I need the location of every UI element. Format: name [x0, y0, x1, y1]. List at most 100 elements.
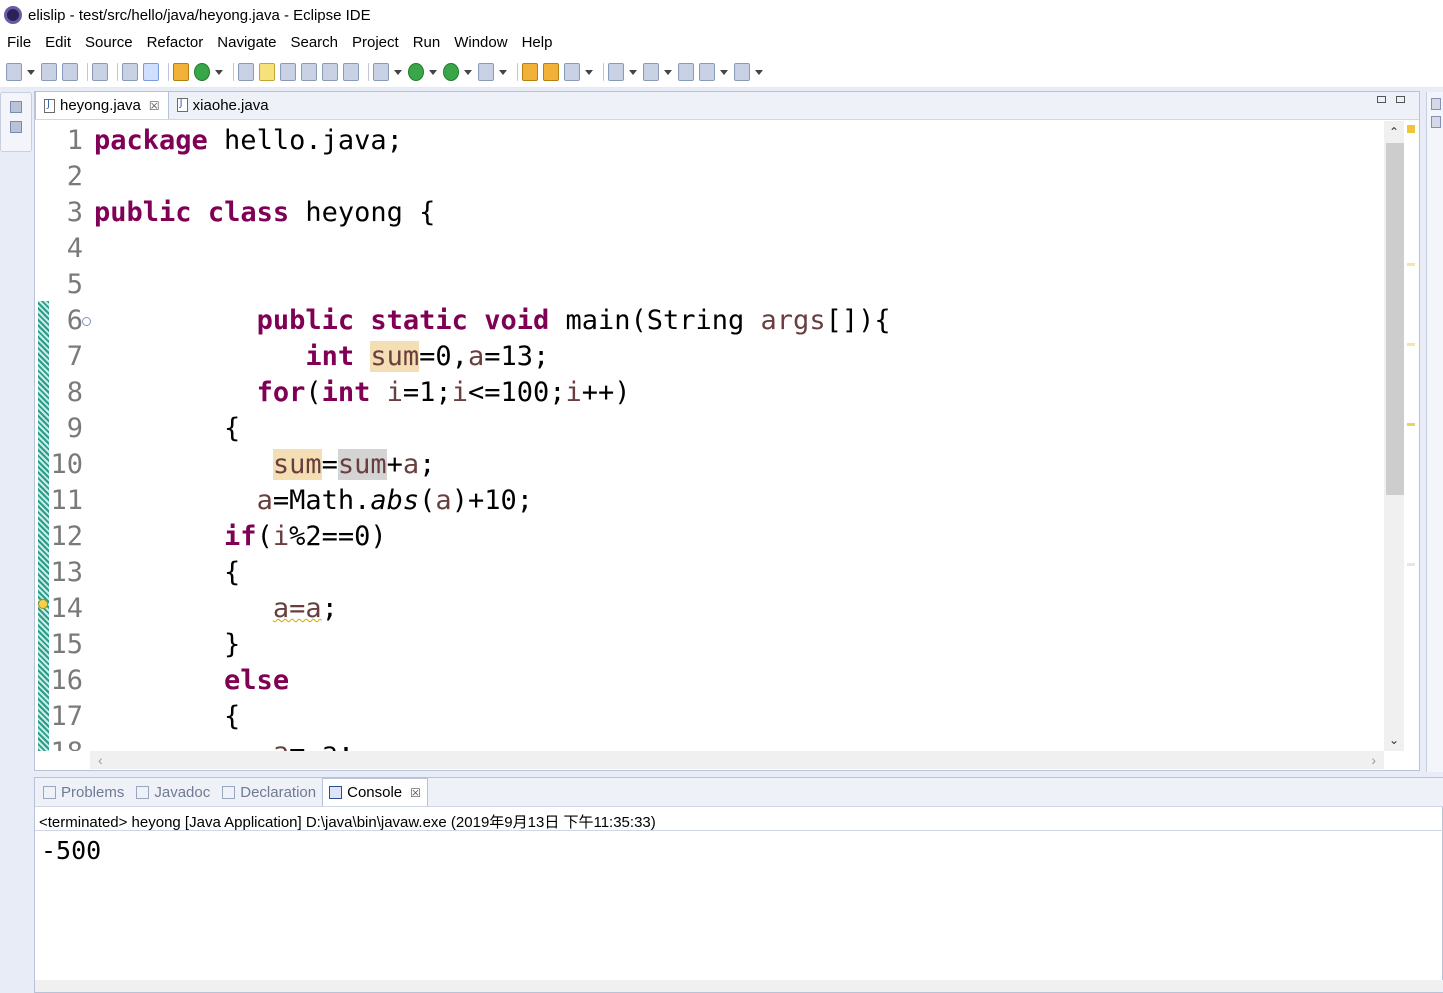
tab-javadoc[interactable]: Javadoc	[130, 778, 216, 806]
scroll-left-icon[interactable]: ‹	[98, 752, 103, 768]
code-line[interactable]: 15 }	[35, 627, 1383, 663]
new-java-project-icon[interactable]	[522, 62, 538, 81]
code-token: package	[94, 125, 208, 156]
previous-edit-dropdown-icon[interactable]	[664, 63, 672, 81]
menu-search[interactable]: Search	[290, 34, 338, 51]
next-edit-dropdown-icon[interactable]	[629, 63, 637, 81]
coverage-icon[interactable]	[443, 62, 459, 81]
line-code: package hello.java;	[94, 123, 403, 159]
menu-edit[interactable]: Edit	[45, 34, 71, 51]
debug-dropdown-icon[interactable]	[394, 63, 402, 81]
tab-xiaohe-java[interactable]: xiaohe.java	[169, 91, 277, 119]
code-line[interactable]: 6 public static void main(String args[])…	[35, 303, 1383, 339]
back-icon[interactable]	[699, 62, 715, 81]
code-line[interactable]: 14 a=a;	[35, 591, 1383, 627]
mark-occurrences-icon[interactable]	[259, 62, 275, 81]
code-line[interactable]: 5	[35, 267, 1383, 303]
horizontal-scrollbar[interactable]: ‹ ›	[90, 751, 1384, 769]
save-all-icon[interactable]	[62, 62, 78, 81]
outline-icon[interactable]	[1431, 98, 1441, 110]
close-icon[interactable]: ☒	[149, 99, 160, 113]
search-icon[interactable]	[238, 62, 254, 81]
code-line[interactable]: 11 a=Math.abs(a)+10;	[35, 483, 1383, 519]
menu-help[interactable]: Help	[522, 34, 553, 51]
restore-icon[interactable]	[10, 101, 22, 113]
tab-declaration[interactable]: Declaration	[216, 778, 322, 806]
next-edit-icon[interactable]	[608, 62, 624, 81]
occurrence-marker[interactable]	[1407, 423, 1415, 426]
forward-icon[interactable]	[734, 62, 750, 81]
task-list-icon[interactable]	[1431, 116, 1441, 128]
line-code: public class heyong {	[94, 195, 435, 231]
code-line[interactable]: 17 {	[35, 699, 1383, 735]
print-icon[interactable]	[92, 62, 108, 81]
overview-ruler[interactable]	[1404, 121, 1419, 751]
scroll-right-icon[interactable]: ›	[1371, 752, 1376, 768]
code-line[interactable]: 18 a=-a;	[35, 735, 1383, 751]
menu-run[interactable]: Run	[413, 34, 441, 51]
tab-console[interactable]: Console ☒	[322, 778, 428, 806]
run-icon[interactable]	[408, 62, 424, 81]
code-line[interactable]: 1 package hello.java;	[35, 123, 1383, 159]
external-tools-dropdown-icon[interactable]	[499, 63, 507, 81]
code-token: (	[419, 485, 436, 516]
new-dropdown-icon[interactable]	[27, 63, 35, 81]
menu-project[interactable]: Project	[352, 34, 399, 51]
run-dropdown-icon[interactable]	[429, 63, 437, 81]
forward-dropdown-icon[interactable]	[755, 63, 763, 81]
scroll-up-icon[interactable]: ⌃	[1387, 125, 1401, 139]
menu-source[interactable]: Source	[85, 34, 133, 51]
coverage-dropdown-icon[interactable]	[464, 63, 472, 81]
terminal-icon[interactable]	[122, 62, 138, 81]
external-tools-icon[interactable]	[478, 62, 494, 81]
minimize-icon[interactable]	[1377, 96, 1386, 103]
code-editor[interactable]: 1 package hello.java; 2 3 public class heyon…	[35, 121, 1383, 751]
menu-refactor[interactable]: Refactor	[147, 34, 204, 51]
back-dropdown-icon[interactable]	[720, 63, 728, 81]
refresh-icon[interactable]	[194, 62, 210, 81]
vertical-scrollbar[interactable]: ⌃ ⌄	[1384, 121, 1404, 751]
show-whitespace-icon[interactable]	[343, 62, 359, 81]
occurrence-marker[interactable]	[1407, 263, 1415, 266]
code-line[interactable]: 12 if(i%2==0)	[35, 519, 1383, 555]
code-line[interactable]: 3 public class heyong {	[35, 195, 1383, 231]
code-line[interactable]: 10 sum=sum+a;	[35, 447, 1383, 483]
maximize-icon[interactable]	[1396, 96, 1405, 103]
occurrence-marker[interactable]	[1407, 563, 1415, 566]
package-explorer-icon[interactable]	[10, 121, 22, 133]
line-code: for(int i=1;i<=100;i++)	[94, 375, 631, 411]
block-selection-icon[interactable]	[301, 62, 317, 81]
code-line[interactable]: 7 int sum=0,a=13;	[35, 339, 1383, 375]
tab-problems[interactable]: Problems	[37, 778, 130, 806]
scroll-down-icon[interactable]: ⌄	[1387, 733, 1401, 747]
new-class-dropdown-icon[interactable]	[585, 63, 593, 81]
code-line[interactable]: 2	[35, 159, 1383, 195]
next-annotation-icon[interactable]	[280, 62, 296, 81]
tab-heyong-java[interactable]: heyong.java ☒	[35, 91, 169, 119]
menu-window[interactable]: Window	[454, 34, 507, 51]
console-horizontal-scrollbar[interactable]	[35, 980, 1443, 992]
refresh-dropdown-icon[interactable]	[215, 63, 223, 81]
code-line[interactable]: 4	[35, 231, 1383, 267]
warning-summary-icon[interactable]	[1407, 125, 1415, 133]
last-edit-location-icon[interactable]	[678, 62, 694, 81]
vertical-scroll-thumb[interactable]	[1386, 143, 1404, 495]
occurrence-marker[interactable]	[1407, 343, 1415, 346]
new-package-icon[interactable]	[543, 62, 559, 81]
console-output[interactable]: -500	[41, 836, 101, 865]
toggle-breadcrumb-icon[interactable]	[143, 62, 159, 81]
previous-edit-icon[interactable]	[643, 62, 659, 81]
code-line[interactable]: 9 {	[35, 411, 1383, 447]
open-type-icon[interactable]	[173, 62, 189, 81]
code-line[interactable]: 13 {	[35, 555, 1383, 591]
menu-file[interactable]: File	[7, 34, 31, 51]
new-icon[interactable]	[6, 62, 22, 81]
close-icon[interactable]: ☒	[410, 786, 421, 800]
code-line[interactable]: 8 for(int i=1;i<=100;i++)	[35, 375, 1383, 411]
debug-icon[interactable]	[373, 62, 389, 81]
word-wrap-icon[interactable]	[322, 62, 338, 81]
menu-navigate[interactable]: Navigate	[217, 34, 276, 51]
save-icon[interactable]	[41, 62, 57, 81]
code-line[interactable]: 16 else	[35, 663, 1383, 699]
new-class-icon[interactable]	[564, 62, 580, 81]
